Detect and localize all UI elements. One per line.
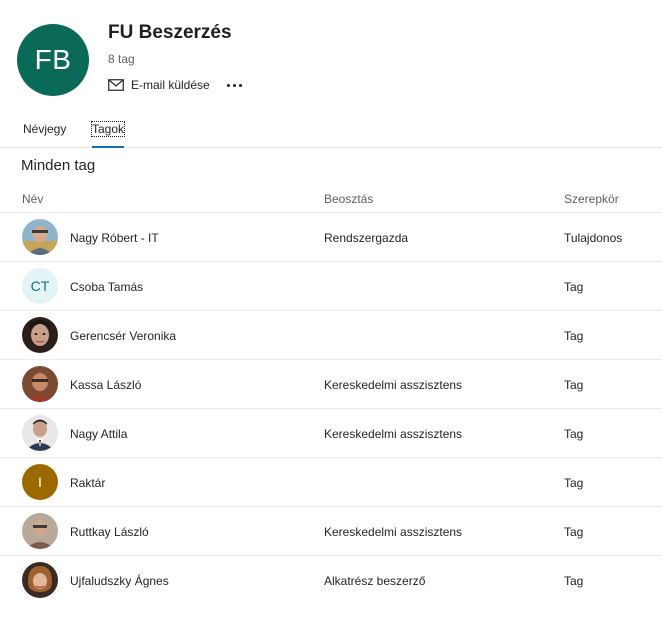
send-email-label: E-mail küldése (131, 78, 210, 92)
avatar-initials: CT (30, 278, 50, 294)
member-name: Kassa László (70, 378, 142, 392)
member-row[interactable]: Gerencsér Veronika Tag (0, 310, 662, 359)
avatar (22, 415, 58, 451)
member-title: Kereskedelmi asszisztens (324, 525, 463, 539)
tab-members[interactable]: Tagok (90, 121, 126, 148)
member-name: Gerencsér Veronika (70, 329, 177, 343)
avatar (22, 513, 58, 549)
group-members-panel: FB FU Beszerzés 8 tag E-mail küldése Név… (0, 0, 662, 629)
avatar: I (22, 464, 58, 500)
avatar (22, 562, 58, 598)
column-header-title: Beosztás (324, 192, 374, 206)
column-header-name: Név (22, 192, 44, 206)
more-dot (226, 83, 230, 87)
more-dot (232, 83, 236, 87)
member-name: Nagy Róbert - IT (70, 231, 159, 245)
member-title: Alkatrész beszerző (324, 574, 426, 588)
member-role: Tag (564, 525, 584, 539)
tab-bar: Névjegy Tagok (0, 120, 662, 148)
member-role: Tag (564, 280, 584, 294)
column-header-role: Szerepkör (564, 192, 619, 206)
avatar (22, 317, 58, 353)
member-count: 8 tag (108, 52, 135, 66)
member-role: Tag (564, 574, 584, 588)
member-row[interactable]: Kassa László Kereskedelmi asszisztens Ta… (0, 359, 662, 408)
member-list: Nagy Róbert - IT Rendszergazda Tulajdono… (0, 212, 662, 604)
member-row[interactable]: Nagy Attila Kereskedelmi asszisztens Tag (0, 408, 662, 457)
send-email-button[interactable]: E-mail küldése (108, 78, 210, 92)
tab-contact[interactable]: Névjegy (23, 122, 66, 148)
avatar (22, 366, 58, 402)
avatar: CT (22, 268, 58, 304)
member-title: Rendszergazda (324, 231, 409, 245)
member-row[interactable]: I Raktár Tag (0, 457, 662, 506)
mail-icon (108, 79, 124, 91)
member-name: Csoba Tamás (70, 280, 144, 294)
avatar (22, 219, 58, 255)
group-name: FU Beszerzés (108, 22, 232, 43)
member-row[interactable]: Nagy Róbert - IT Rendszergazda Tulajdono… (0, 212, 662, 261)
member-role: Tag (564, 329, 584, 343)
tab-contact-label: Névjegy (23, 122, 67, 136)
more-dot (238, 83, 242, 87)
group-initials: FB (34, 44, 72, 75)
member-row[interactable]: Ruttkay László Kereskedelmi asszisztens … (0, 506, 662, 555)
member-role: Tag (564, 427, 584, 441)
member-name: Ujfaludszky Ágnes (70, 574, 169, 588)
member-name: Nagy Attila (70, 427, 128, 441)
more-options-button[interactable] (224, 76, 244, 94)
member-name: Raktár (70, 476, 106, 490)
member-title: Kereskedelmi asszisztens (324, 427, 463, 441)
section-title: Minden tag (21, 157, 96, 174)
avatar-initials: I (38, 474, 42, 490)
member-row[interactable]: CT Csoba Tamás Tag (0, 261, 662, 310)
member-name: Ruttkay László (70, 525, 149, 539)
group-avatar: FB (17, 24, 89, 96)
member-role: Tag (564, 476, 584, 490)
member-row[interactable]: Ujfaludszky Ágnes Alkatrész beszerző Tag (0, 555, 662, 604)
member-title: Kereskedelmi asszisztens (324, 378, 463, 392)
member-role: Tulajdonos (564, 231, 623, 245)
tab-members-label: Tagok (90, 121, 126, 137)
member-role: Tag (564, 378, 584, 392)
